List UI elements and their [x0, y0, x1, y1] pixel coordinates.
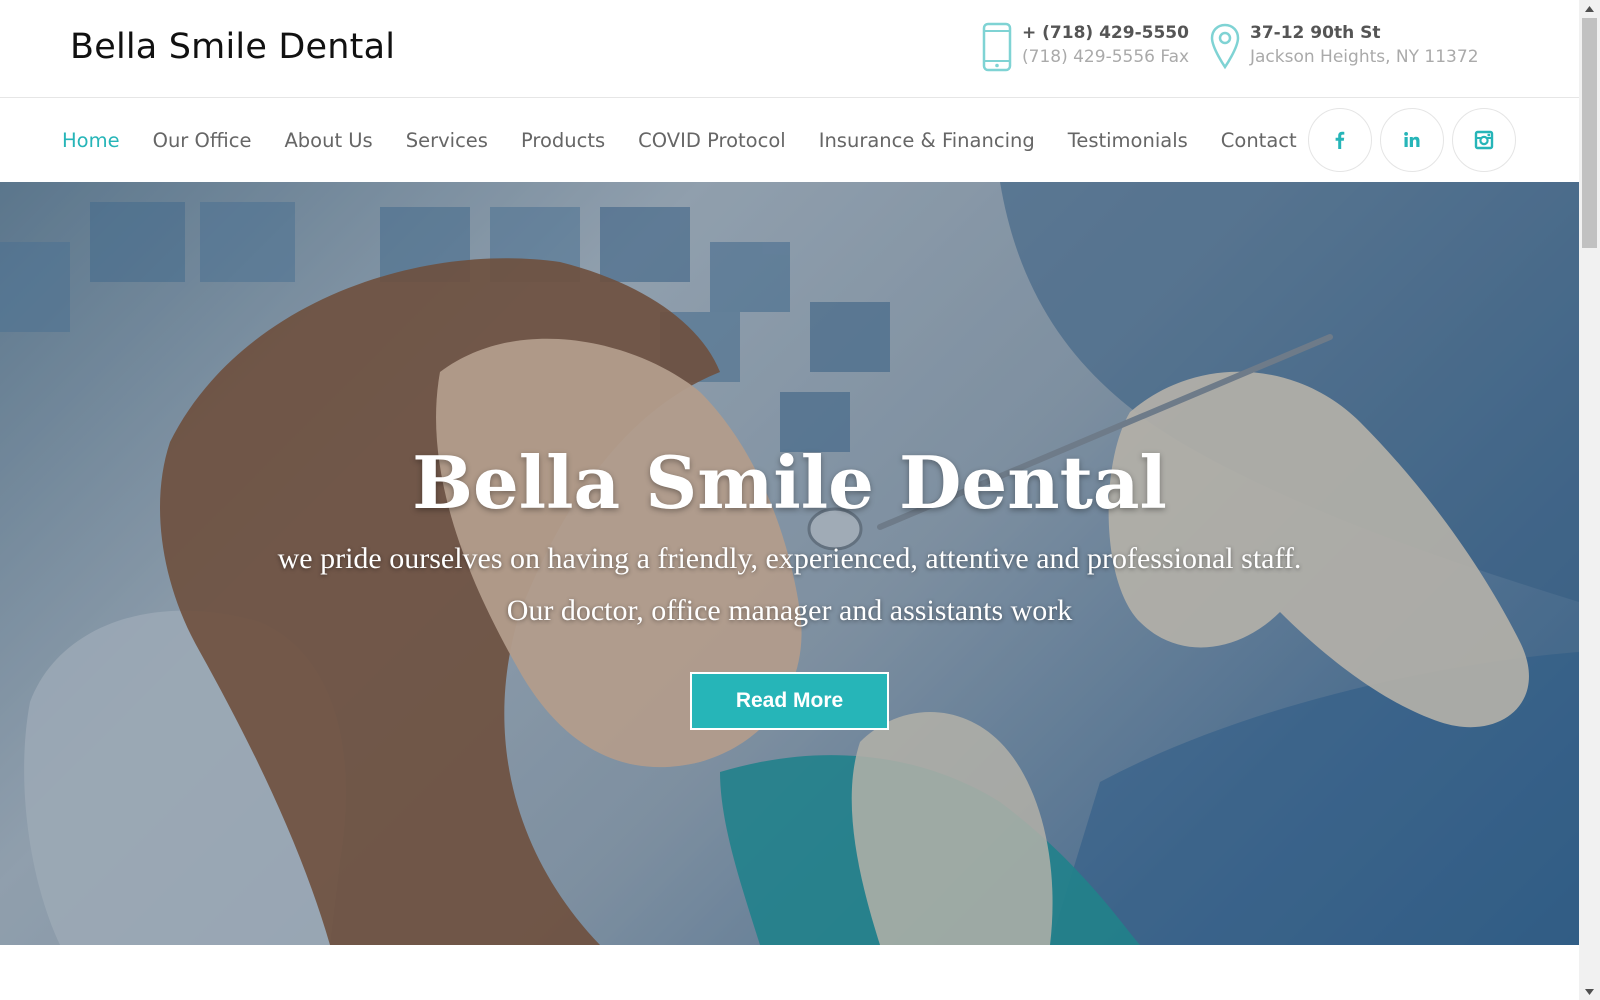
chevron-up-icon [1585, 5, 1594, 12]
address-street: 37-12 90th St [1250, 23, 1381, 43]
nav-item-insurance-financing[interactable]: Insurance & Financing [819, 129, 1035, 152]
facebook-button[interactable] [1308, 108, 1372, 172]
address-city: Jackson Heights, NY 11372 [1250, 47, 1479, 67]
hero-banner: Bella Smile Dental we pride ourselves on… [0, 182, 1579, 945]
facebook-icon [1335, 131, 1345, 149]
instagram-icon [1474, 130, 1494, 150]
scroll-thumb[interactable] [1582, 18, 1597, 248]
scroll-up-arrow[interactable] [1579, 0, 1600, 17]
nav-menu: Home Our Office About Us Services Produc… [62, 99, 1307, 182]
linkedin-icon [1404, 132, 1420, 147]
nav-item-products[interactable]: Products [521, 129, 605, 152]
main-navigation: Home Our Office About Us Services Produc… [0, 99, 1579, 182]
page-scrollbar[interactable] [1579, 0, 1600, 1000]
nav-item-contact[interactable]: Contact [1221, 129, 1297, 152]
read-more-button[interactable]: Read More [690, 672, 889, 730]
phone-contact: + (718) 429-5550 (718) 429-5556 Fax [980, 22, 1189, 72]
nav-item-about-us[interactable]: About Us [284, 129, 372, 152]
phone-icon [982, 22, 1012, 72]
nav-item-services[interactable]: Services [406, 129, 488, 152]
hero-subtitle-line2: Our doctor, office manager and assistant… [506, 594, 1073, 627]
nav-item-covid-protocol[interactable]: COVID Protocol [638, 129, 786, 152]
instagram-button[interactable] [1452, 108, 1516, 172]
hero-subtitle-line1: we pride ourselves on having a friendly,… [277, 542, 1302, 575]
address-contact: 37-12 90th St Jackson Heights, NY 11372 [1208, 22, 1479, 72]
nav-item-testimonials[interactable]: Testimonials [1068, 129, 1188, 152]
hero-title: Bella Smile Dental [412, 440, 1167, 525]
scroll-down-arrow[interactable] [1579, 983, 1600, 1000]
site-header: Bella Smile Dental + (718) 429-5550 (718… [0, 0, 1579, 98]
chevron-down-icon [1585, 988, 1594, 995]
nav-item-our-office[interactable]: Our Office [153, 129, 252, 152]
location-pin-icon [1210, 23, 1240, 70]
site-logo[interactable]: Bella Smile Dental [70, 27, 395, 67]
phone-number[interactable]: + (718) 429-5550 [1022, 22, 1189, 44]
nav-item-home[interactable]: Home [62, 129, 120, 152]
linkedin-button[interactable] [1380, 108, 1444, 172]
fax-number: (718) 429-5556 Fax [1022, 47, 1190, 67]
